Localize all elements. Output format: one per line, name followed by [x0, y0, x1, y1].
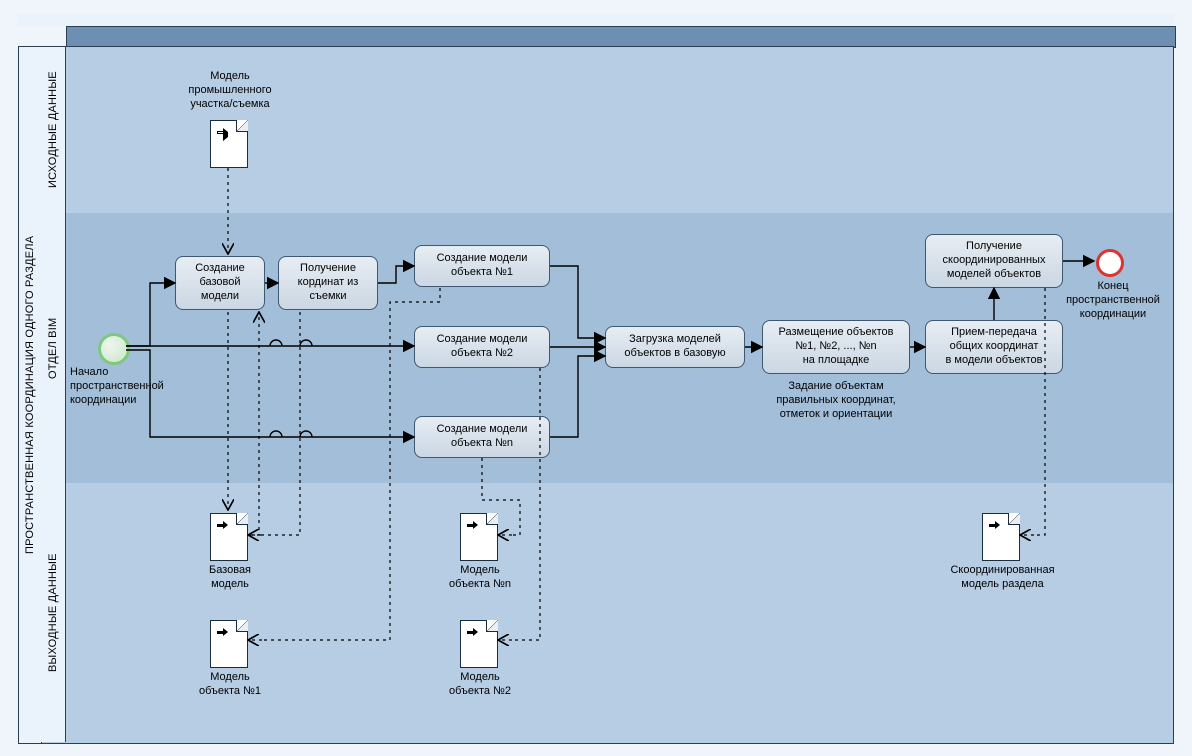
task-place-objects-note: Задание объектам правильных координат, о… — [762, 380, 910, 421]
data-object-model-n — [460, 513, 498, 561]
lane-label-bim: ОТДЕЛ BIM — [41, 213, 66, 483]
task-create-base-model: Создание базовой модели — [175, 256, 265, 310]
data-object-model-n-label: Модель объекта №n — [440, 564, 520, 592]
task-create-model-1: Создание модели объекта №1 — [414, 245, 550, 287]
task-exchange-coords: Прием-передача общих координат в модели … — [925, 320, 1063, 374]
pool-title-strip: ПРОСТРАНСТВЕННАЯ КООРДИНАЦИЯ ОДНОГО РАЗД… — [19, 47, 42, 743]
lane-label-input-text: ИСХОДНЫЕ ДАННЫЕ — [41, 47, 65, 213]
task-place-objects: Размещение объектов №1, №2, ..., №n на п… — [762, 320, 910, 374]
start-event-label: Начало пространственной координации — [70, 366, 190, 407]
data-object-model-2-label: Модель объекта №2 — [440, 671, 520, 699]
data-object-model-2 — [460, 620, 498, 668]
lane-label-output-text: ВЫХОДНЫЕ ДАННЫЕ — [41, 483, 65, 742]
data-object-input-survey-label: Модель промышленного участка/съемка — [165, 70, 295, 111]
task-create-model-2: Создание модели объекта №2 — [414, 326, 550, 368]
data-object-coordinated-model-label: Скоординированная модель раздела — [930, 564, 1075, 592]
task-get-coordinated-models: Получение скоординированных моделей объе… — [925, 234, 1063, 288]
task-get-survey-coords: Получение кординат из съемки — [278, 256, 378, 310]
data-object-model-1-label: Модель объекта №1 — [185, 671, 275, 699]
task-create-model-n: Создание модели объекта №n — [414, 416, 550, 458]
lane-label-bim-text: ОТДЕЛ BIM — [41, 213, 65, 483]
data-object-coordinated-model — [982, 513, 1020, 561]
top-margin — [18, 14, 1174, 26]
pool-header-tab — [66, 26, 1176, 48]
end-event — [1096, 249, 1124, 277]
data-object-input-survey — [210, 120, 248, 168]
start-event — [98, 333, 130, 365]
lane-label-input: ИСХОДНЫЕ ДАННЫЕ — [41, 47, 66, 213]
pool-title: ПРОСТРАНСТВЕННАЯ КООРДИНАЦИЯ ОДНОГО РАЗД… — [19, 47, 41, 743]
data-object-base-model-label: Базовая модель — [190, 564, 270, 592]
diagram-frame: ПРОСТРАНСТВЕННАЯ КООРДИНАЦИЯ ОДНОГО РАЗД… — [0, 0, 1192, 756]
data-object-base-model — [210, 513, 248, 561]
data-object-model-1 — [210, 620, 248, 668]
end-event-label: Конец пространственной координации — [1058, 280, 1168, 321]
lane-label-output: ВЫХОДНЫЕ ДАННЫЕ — [41, 483, 66, 742]
task-load-models-to-base: Загрузка моделей объектов в базовую — [605, 326, 745, 368]
